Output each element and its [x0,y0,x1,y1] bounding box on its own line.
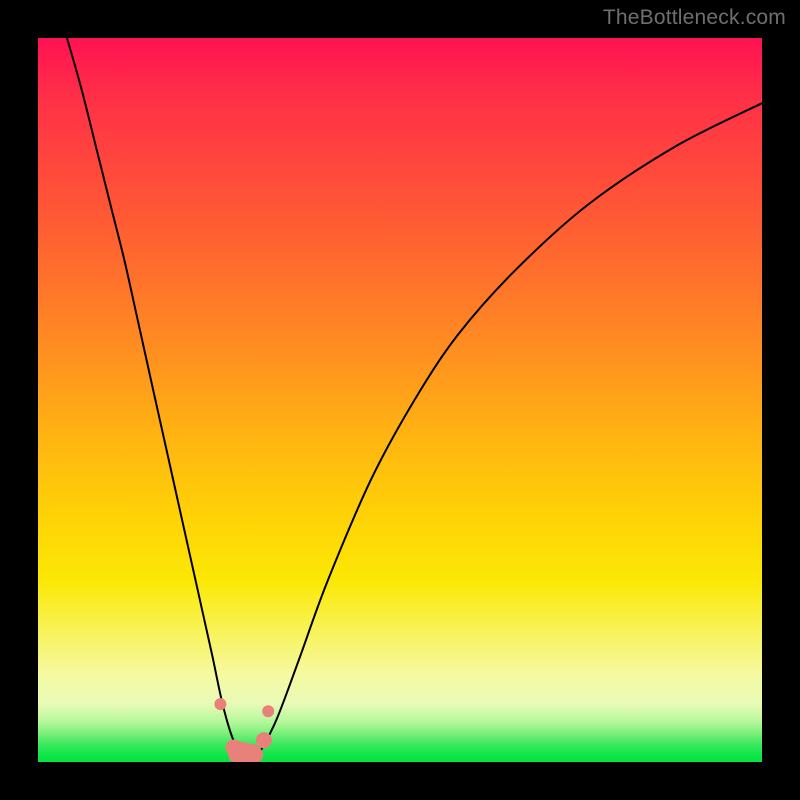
valley-markers [214,698,274,762]
plot-area [38,38,762,762]
watermark-text: TheBottleneck.com [603,6,786,30]
valley-marker [262,705,274,717]
bottleneck-curve [67,38,762,759]
chart-frame: TheBottleneck.com [0,0,800,800]
valley-marker [256,732,272,748]
curve-layer [38,38,762,762]
valley-marker [214,698,226,710]
